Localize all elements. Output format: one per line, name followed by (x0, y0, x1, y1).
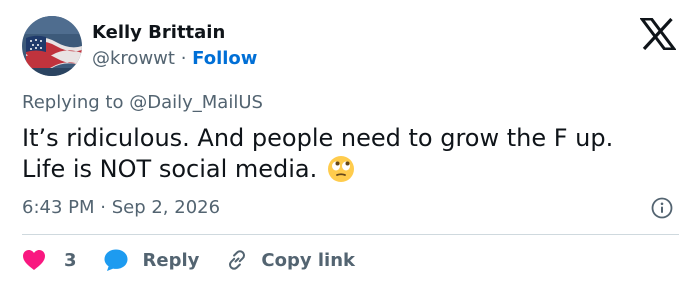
author-handle[interactable]: @krowwt (92, 48, 175, 69)
author-handle-line: @krowwt · Follow (92, 48, 257, 69)
handle-separator: · (180, 48, 187, 69)
tweet-actions: 3 Reply Copy link (22, 246, 355, 274)
tweet-card: Kelly Brittain @krowwt · Follow Replying… (0, 0, 700, 287)
info-circle-icon[interactable] (651, 197, 673, 219)
tweet-text-line-1: It’s ridiculous. And people need to grow… (22, 124, 614, 152)
like-button[interactable]: 3 (22, 249, 77, 271)
reply-mention-link[interactable]: @Daily_MailUS (129, 92, 263, 113)
reply-button[interactable]: Reply (103, 248, 200, 272)
x-logo-icon[interactable] (639, 17, 677, 51)
speech-bubble-icon (104, 249, 128, 271)
american-flag-avatar (22, 16, 82, 76)
tweet-text-line-2: Life is NOT social media. (22, 155, 318, 183)
face-with-rolling-eyes-emoji-icon (327, 155, 355, 183)
reply-context: Replying to @Daily_MailUS (22, 92, 263, 113)
like-count: 3 (64, 249, 77, 271)
reply-label: Reply (142, 249, 200, 271)
tweet-timestamp[interactable]: 6:43 PM · Sep 2, 2026 (22, 197, 220, 218)
action-divider (22, 234, 679, 235)
heart-icon (23, 250, 45, 270)
copy-link-label: Copy link (261, 249, 355, 271)
copy-link-button[interactable]: Copy link (225, 248, 355, 272)
reply-context-prefix: Replying to (22, 92, 124, 113)
link-icon (229, 250, 246, 270)
author-avatar[interactable] (22, 16, 82, 76)
tweet-text: It’s ridiculous. And people need to grow… (22, 123, 672, 185)
author-name[interactable]: Kelly Brittain (92, 22, 225, 43)
tweet-text-line-2-wrap: Life is NOT social media. (22, 154, 672, 185)
follow-button[interactable]: Follow (192, 48, 257, 69)
